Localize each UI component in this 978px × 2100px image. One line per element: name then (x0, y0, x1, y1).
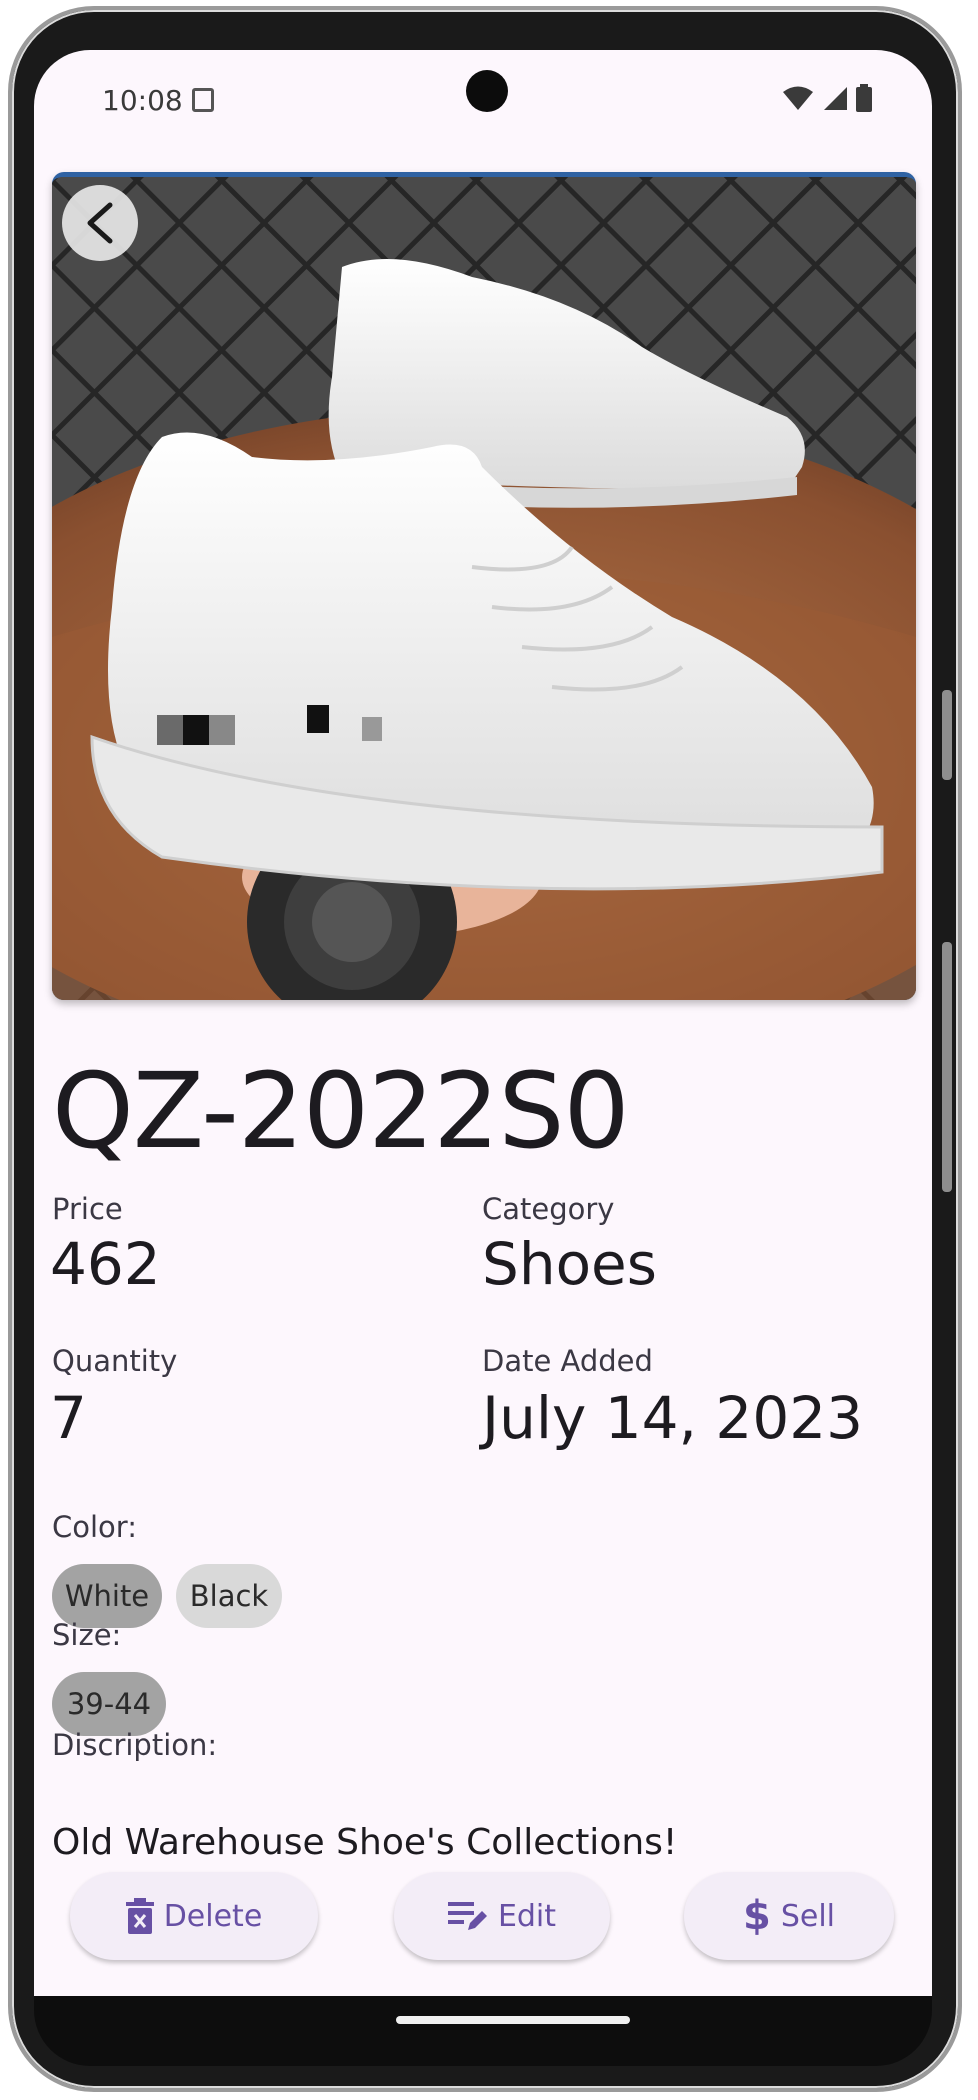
status-icons (782, 84, 872, 112)
delete-button[interactable]: Delete (70, 1872, 318, 1960)
edit-button[interactable]: Edit (394, 1872, 610, 1960)
chip-label: 39-44 (66, 1687, 152, 1721)
price-label: Price (52, 1192, 123, 1226)
size-chip-39-44[interactable]: 39-44 (52, 1672, 166, 1736)
signal-icon (824, 87, 847, 110)
system-nav-bar (34, 1996, 932, 2066)
status-bar: 10:08 (34, 50, 932, 160)
edit-label: Edit (497, 1898, 557, 1934)
chip-label: Black (189, 1579, 269, 1613)
screenshot-icon (192, 88, 214, 112)
arrow-back-icon (87, 202, 113, 244)
back-button[interactable] (62, 185, 138, 261)
date-added-value: July 14, 2023 (482, 1384, 864, 1452)
trash-icon (125, 1898, 154, 1934)
chip-label: White (64, 1579, 150, 1613)
edit-note-icon (447, 1902, 487, 1930)
description-text: Old Warehouse Shoe's Collections! (52, 1822, 678, 1863)
app-screen: 10:08 QZ-2022S0 Price 462 Category Shoes… (34, 50, 932, 1996)
quantity-value: 7 (50, 1384, 87, 1452)
home-indicator[interactable] (396, 2016, 630, 2024)
quantity-label: Quantity (52, 1344, 178, 1378)
phone-volume-button (942, 942, 952, 1192)
status-time: 10:08 (102, 84, 183, 117)
delete-label: Delete (163, 1898, 263, 1934)
phone-side-button (942, 690, 952, 780)
color-chip-black[interactable]: Black (176, 1564, 282, 1628)
wifi-icon (783, 86, 813, 110)
sell-label: Sell (780, 1898, 835, 1934)
sneaker-photo (52, 177, 916, 1000)
dollar-icon: $ (742, 1893, 771, 1939)
description-label: Discription: (52, 1728, 218, 1762)
front-camera (466, 70, 508, 112)
product-image (52, 172, 916, 1000)
date-added-label: Date Added (482, 1344, 653, 1378)
size-label: Size: (52, 1618, 122, 1652)
product-name: QZ-2022S0 (52, 1050, 630, 1172)
color-label: Color: (52, 1510, 137, 1544)
battery-icon (856, 84, 872, 112)
category-value: Shoes (482, 1230, 657, 1298)
sell-button[interactable]: $ Sell (684, 1872, 894, 1960)
category-label: Category (482, 1192, 615, 1226)
price-value: 462 (50, 1230, 161, 1298)
